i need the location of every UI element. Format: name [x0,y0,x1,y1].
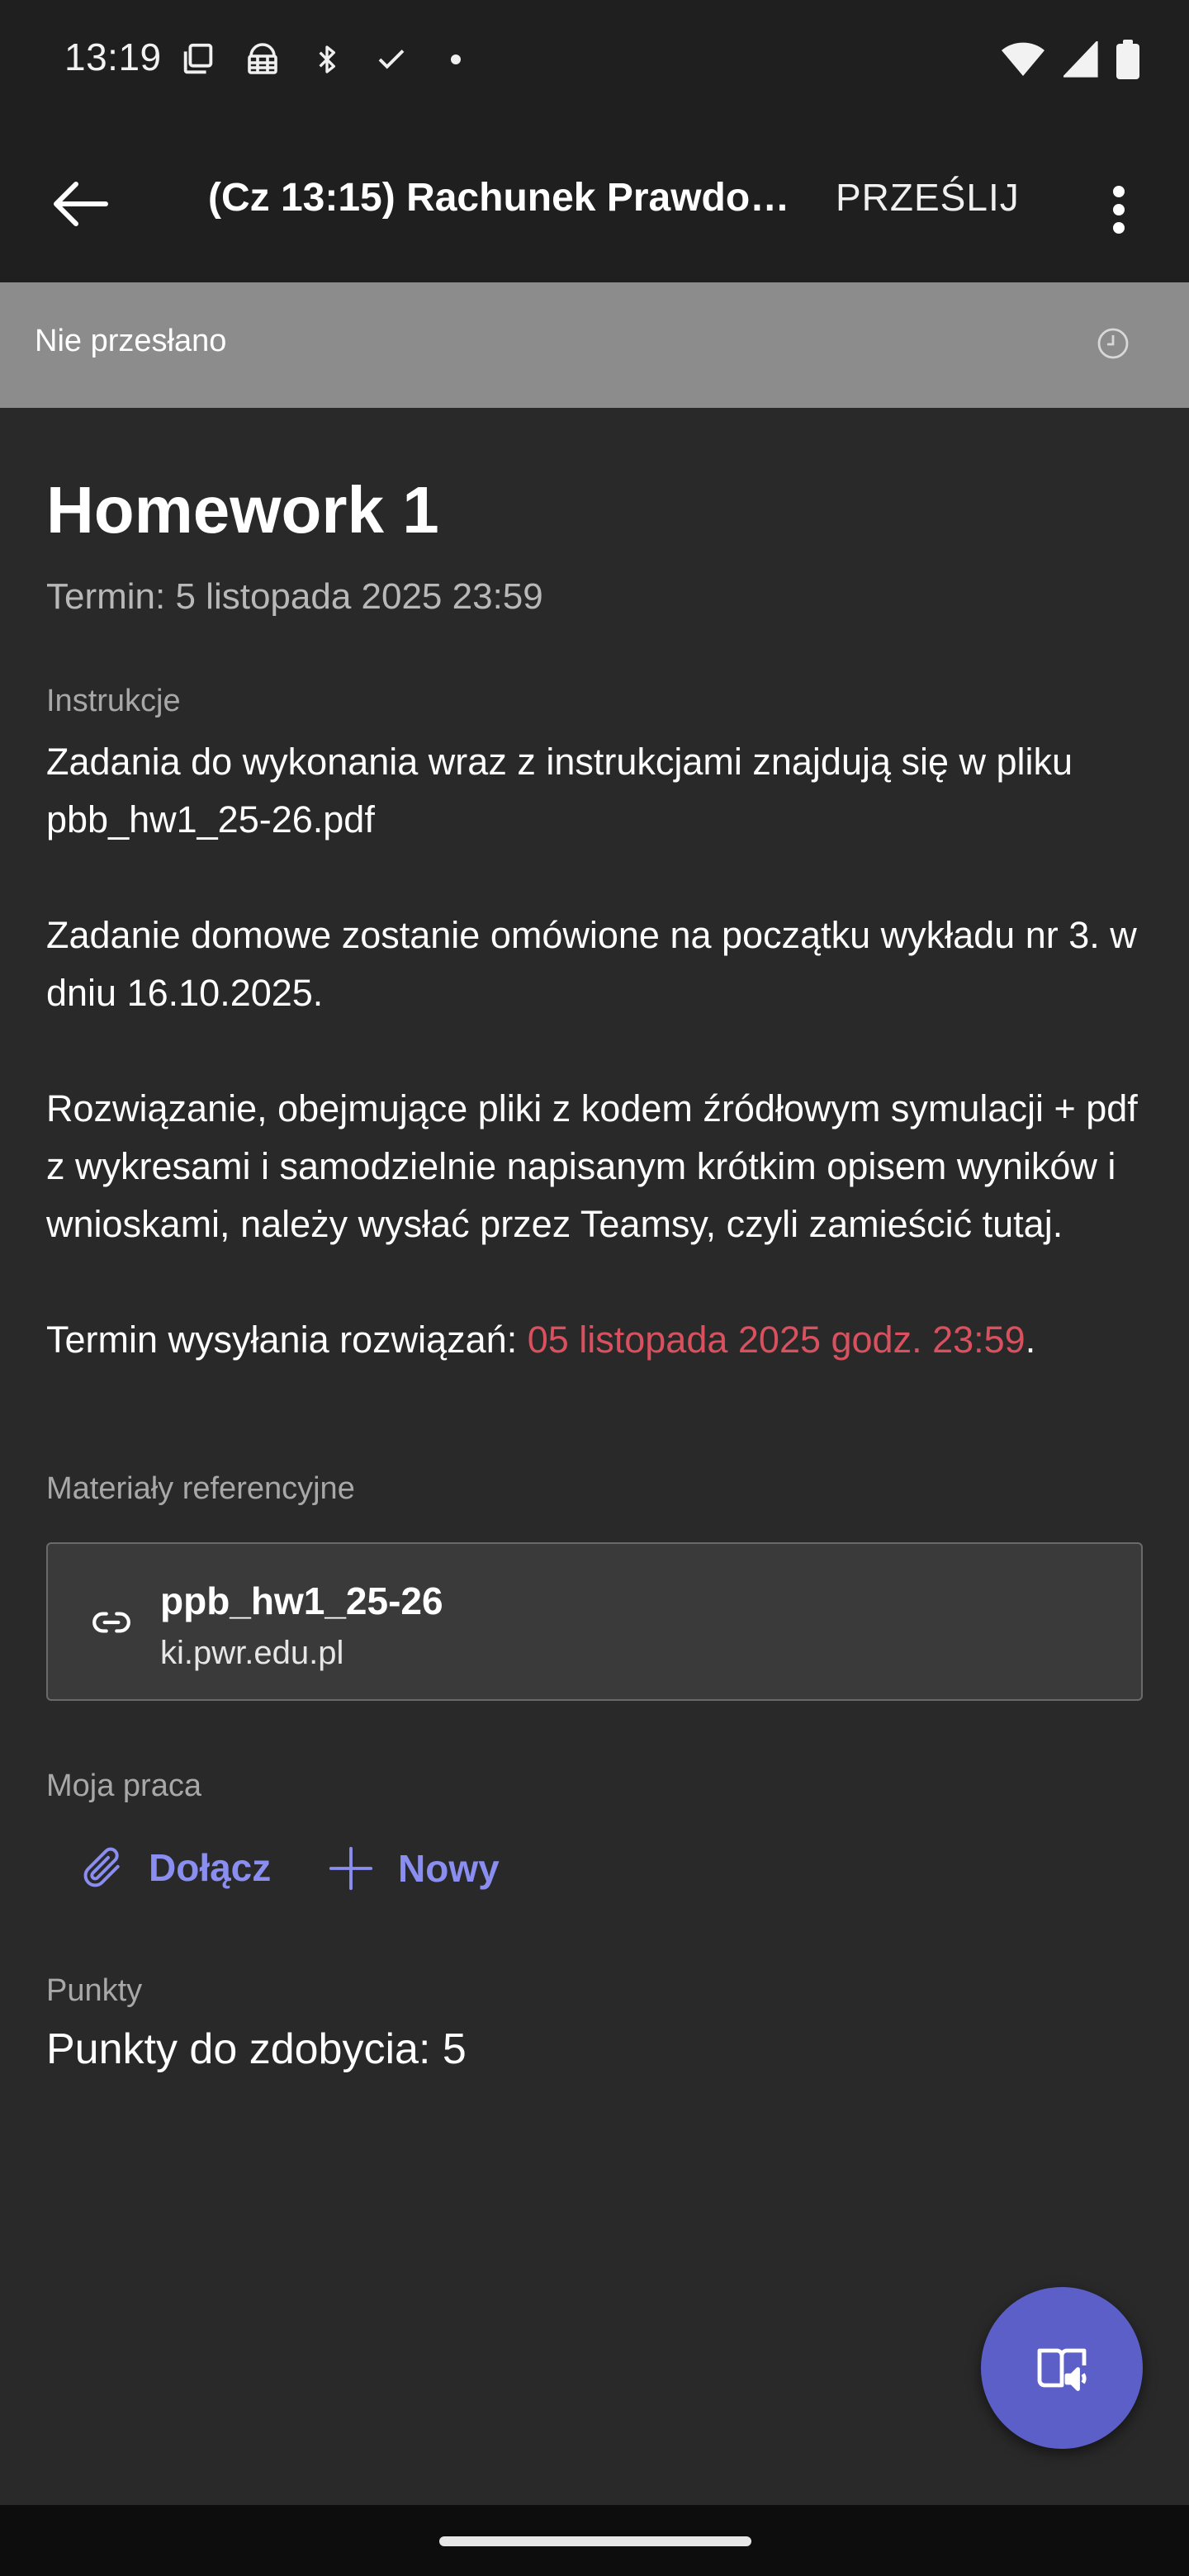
deadline-prefix: Termin wysyłania rozwiązań: [46,1319,528,1361]
instructions-paragraph: Rozwiązanie, obejmujące pliki z kodem źr… [46,1087,1138,1245]
new-file-label: Nowy [398,1847,500,1890]
assignment-page: 13:19 (Cz 13:15) Rachunek Prawdop PRZEŚL… [0,0,1189,2576]
points-label: Punkty [46,1973,143,2008]
deadline-suffix: . [1025,1319,1036,1361]
attach-button[interactable]: Dołącz [79,1844,271,1891]
reference-materials-label: Materiały referencyjne [46,1471,355,1506]
new-file-button[interactable]: Nowy [327,1844,500,1892]
my-work-label: Moja praca [46,1769,201,1803]
status-icons-left [177,38,499,81]
system-navigation-bar [0,2505,1189,2576]
paperclip-icon [83,1847,120,1887]
submission-status-text: Nie przesłano [35,324,227,358]
back-button[interactable] [43,167,117,241]
submit-button[interactable]: PRZEŚLIJ [836,175,1020,220]
status-icons-right [983,36,1139,83]
instructions-label: Instrukcje [46,684,181,718]
submission-status-banner: Nie przesłano [0,282,1189,408]
reference-link-card[interactable]: ppb_hw1_25-26 ki.pwr.edu.pl [46,1542,1143,1701]
more-options-button[interactable] [1090,168,1148,251]
reference-link-domain: ki.pwr.edu.pl [160,1635,344,1671]
vpn-icon [241,38,284,81]
clock-icon [1097,327,1130,364]
battery-icon [1116,40,1139,79]
instructions-paragraph: Zadania do wykonania wraz z instrukcjami… [46,741,1073,841]
immersive-reader-button[interactable] [981,2287,1143,2449]
deadline-value: 05 listopada 2025 godz. 23:59 [527,1319,1026,1361]
instructions-body: Zadania do wykonania wraz z instrukcjami… [46,733,1153,1369]
wifi-icon [1001,41,1045,78]
dot-icon [434,38,477,81]
plus-icon [329,1846,373,1891]
arrow-left-icon [54,182,108,226]
class-title: (Cz 13:15) Rachunek Prawdopodobieństwa [208,176,794,220]
app-bar: (Cz 13:15) Rachunek Prawdopodobieństwa P… [0,117,1189,282]
more-vertical-icon [1113,186,1125,234]
check-icon [370,38,413,81]
bluetooth-icon [306,38,348,81]
points-value: Punkty do zdobycia: 5 [46,2025,467,2073]
due-date: Termin: 5 listopada 2025 23:59 [46,576,543,617]
status-bar: 13:19 [0,0,1189,117]
reference-link-name: ppb_hw1_25-26 [160,1579,443,1622]
instructions-paragraph: Zadanie domowe zostanie omówione na pocz… [46,914,1137,1014]
attach-label: Dołącz [149,1846,272,1889]
assignment-title: Homework 1 [46,473,439,547]
screenshot-icon [177,38,220,81]
immersive-reader-icon [1037,2348,1087,2391]
signal-icon [1063,41,1098,78]
home-gesture-handle[interactable] [439,2536,751,2546]
link-icon [91,1602,132,1647]
status-time: 13:19 [64,36,162,78]
deadline-paragraph: Termin wysyłania rozwiązań: 05 listopada… [46,1311,1153,1369]
